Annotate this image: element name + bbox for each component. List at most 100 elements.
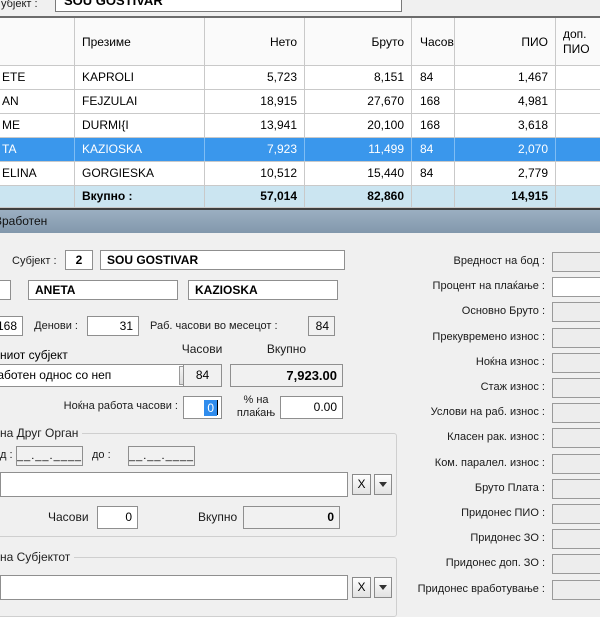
payroll-app-window: { "colors": { "selected_row_bg": "#3a97e… xyxy=(0,0,600,600)
hours-column-label: Часови xyxy=(180,342,224,356)
date-from-label: д : xyxy=(0,449,13,461)
amount-field-9 xyxy=(552,479,600,499)
employee-row-dop_pio xyxy=(556,90,600,113)
subject-work-combobox[interactable] xyxy=(0,575,348,600)
other-organ-combobox[interactable] xyxy=(0,472,348,497)
selected-text: 0 xyxy=(204,400,217,416)
days-label: Денови : xyxy=(20,320,78,332)
employee-row-dop_pio xyxy=(556,162,600,185)
employment-section-label: ниот субјект xyxy=(0,348,68,362)
amount-label-0: Вредност на бод : xyxy=(375,255,545,267)
date-to-label: до : xyxy=(92,449,111,461)
other-organ-group-label: на Друг Орган xyxy=(0,426,82,440)
employee-row-neto: 13,941 xyxy=(205,114,305,137)
employee-row-dop_pio xyxy=(556,138,600,161)
employee-row-dop_pio xyxy=(556,66,600,89)
amount-field-6 xyxy=(552,403,600,423)
table-header-row-surname: Презиме xyxy=(75,18,205,65)
table-total-row-surname: Вкупно : xyxy=(75,186,205,207)
month-hours-label: Раб. часови во месецот : xyxy=(150,320,278,332)
employee-row-surname: KAZIOSKA xyxy=(75,138,205,161)
amount-label-8: Ком. паралел. износ : xyxy=(375,457,545,469)
employee-row-dop_pio xyxy=(556,114,600,137)
table-header-row-bruto: Бруто xyxy=(305,18,412,65)
subject-name-field[interactable]: SOU GOSTIVAR xyxy=(100,250,345,270)
other-organ-clear-button[interactable]: X xyxy=(352,474,371,495)
subject-work-clear-button[interactable]: X xyxy=(352,577,371,598)
last-name-field[interactable]: KAZIOSKA xyxy=(188,280,338,300)
employee-row-hours: 84 xyxy=(412,138,455,161)
amount-field-4 xyxy=(552,353,600,373)
employee-row-bruto: 15,440 xyxy=(305,162,412,185)
employee-row-hours: 84 xyxy=(412,66,455,89)
employee-row-surname: GORGIESKA xyxy=(75,162,205,185)
employee-row-surname: DURMI{I xyxy=(75,114,205,137)
amount-field-7 xyxy=(552,428,600,448)
table-header-row: ПрезимеНетоБрутоЧасовПИОдоп.ПИО xyxy=(0,18,600,66)
employees-table: ПрезимеНетоБрутоЧасовПИОдоп.ПИОETEKAPROL… xyxy=(0,16,600,208)
subject-work-group-label: на Субјектот xyxy=(0,550,74,564)
employee-row[interactable]: ELINAGORGIESKA10,51215,440842,779 xyxy=(0,162,600,186)
pct-pay-label: % на плаќањ xyxy=(234,394,278,420)
subject-strip-label: убјект : xyxy=(1,0,38,10)
employee-row-bruto: 11,499 xyxy=(305,138,412,161)
table-total-row-dop_pio xyxy=(556,186,600,207)
table-total-row-first xyxy=(0,186,75,207)
amount-field-1[interactable] xyxy=(552,277,600,297)
amount-label-13: Придонес вработување : xyxy=(375,583,545,595)
amount-field-0 xyxy=(552,252,600,272)
amount-label-4: Ноќна износ : xyxy=(375,356,545,368)
employee-row[interactable]: ETEKAPROLI5,7238,151841,467 xyxy=(0,66,600,90)
g1-total-field: 0 xyxy=(243,506,340,529)
night-hours-input[interactable]: 0 xyxy=(183,396,222,419)
employee-panel-title: Вработен xyxy=(0,214,47,228)
amount-field-3 xyxy=(552,328,600,348)
employee-row-first: TA xyxy=(0,138,75,161)
id-fragment-field[interactable] xyxy=(0,280,11,300)
employee-row-surname: KAPROLI xyxy=(75,66,205,89)
subject-strip-field[interactable]: SOU GOSTIVAR xyxy=(55,0,402,12)
table-total-row-neto: 57,014 xyxy=(205,186,305,207)
amount-label-12: Придонес доп. ЗО : xyxy=(375,557,545,569)
employee-row-hours: 84 xyxy=(412,162,455,185)
pct-pay-input[interactable]: 0.00 xyxy=(280,396,343,419)
amount-label-2: Основно Бруто : xyxy=(375,305,545,317)
employee-row-first: AN xyxy=(0,90,75,113)
total-column-label: Вкупно xyxy=(230,342,343,356)
first-name-field[interactable]: ANETA xyxy=(28,280,178,300)
table-header-row-first xyxy=(0,18,75,65)
amount-label-3: Прекувремено износ : xyxy=(375,331,545,343)
employee-row-surname: FEJZULAI xyxy=(75,90,205,113)
g1-hours-input[interactable]: 0 xyxy=(97,506,138,529)
subject-label: Субјект : xyxy=(12,255,57,267)
employee-row-neto: 18,915 xyxy=(205,90,305,113)
amount-field-10 xyxy=(552,504,600,524)
employee-row-pio: 2,070 xyxy=(455,138,556,161)
employee-row-neto: 10,512 xyxy=(205,162,305,185)
employee-row-bruto: 27,670 xyxy=(305,90,412,113)
employee-row[interactable]: TAKAZIOSKA7,92311,499842,070 xyxy=(0,138,600,162)
date-from-input[interactable]: __.__.____ xyxy=(16,446,83,466)
employee-row-first: ME xyxy=(0,114,75,137)
amount-field-2 xyxy=(552,302,600,322)
amount-label-9: Бруто Плата : xyxy=(375,482,545,494)
table-header-row-hours: Часов xyxy=(412,18,455,65)
employment-type-combobox[interactable]: нато во работен однос со неп xyxy=(0,364,200,387)
employee-row-first: ETE xyxy=(0,66,75,89)
employee-row-pio: 2,779 xyxy=(455,162,556,185)
amount-label-11: Придонес ЗО : xyxy=(375,532,545,544)
table-header-row-neto: Нето xyxy=(205,18,305,65)
days-field[interactable]: 31 xyxy=(87,316,139,336)
amount-field-8 xyxy=(552,454,600,474)
subject-id-field[interactable]: 2 xyxy=(65,250,93,270)
employee-row-hours: 168 xyxy=(412,114,455,137)
g1-hours-label: Часови xyxy=(48,510,89,524)
employee-row[interactable]: ANFEJZULAI18,91527,6701684,981 xyxy=(0,90,600,114)
amount-field-12 xyxy=(552,554,600,574)
amount-label-1: Процент на плаќање : xyxy=(375,280,545,292)
table-total-row: Вкупно :57,01482,86014,915 xyxy=(0,186,600,208)
amount-field-5 xyxy=(552,378,600,398)
date-to-input[interactable]: __.__.____ xyxy=(128,446,195,466)
employee-row[interactable]: MEDURMI{I13,94120,1001683,618 xyxy=(0,114,600,138)
amount-field-11 xyxy=(552,529,600,549)
